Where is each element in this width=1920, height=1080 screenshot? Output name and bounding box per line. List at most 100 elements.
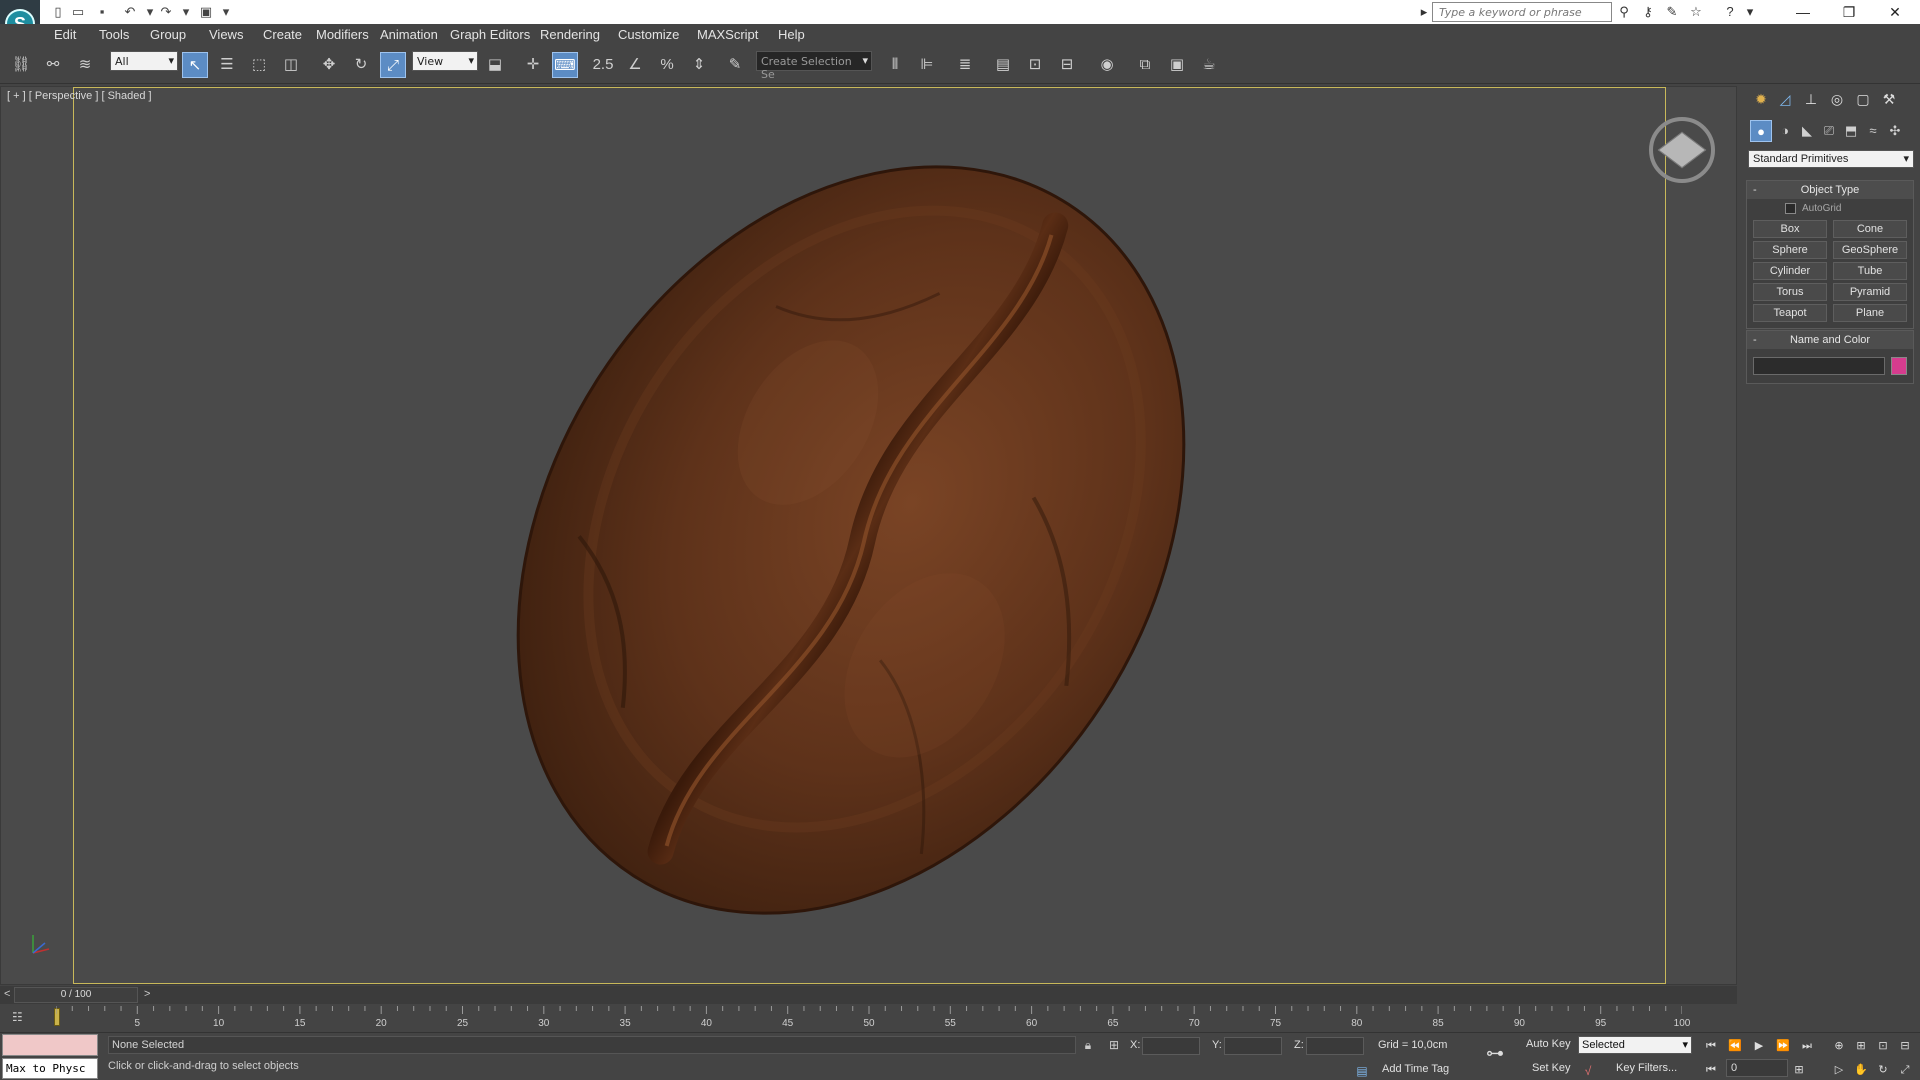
cone-button[interactable]: Cone	[1833, 220, 1907, 238]
select-by-name-icon[interactable]: ☰	[214, 52, 240, 78]
go-to-start-icon[interactable]: ⏮	[1702, 1037, 1720, 1055]
orbit-icon[interactable]: ↻	[1874, 1061, 1892, 1079]
schematic-view-icon[interactable]: ⊟	[1054, 52, 1080, 78]
favorites-star-icon[interactable]: ☆	[1686, 3, 1706, 21]
primitive-category-select[interactable]: Standard Primitives	[1748, 150, 1914, 168]
menu-rendering[interactable]: Rendering	[540, 27, 600, 42]
time-slider[interactable]: < 0 / 100 >	[0, 986, 1737, 1004]
new-file-icon[interactable]: ▯	[48, 3, 68, 21]
helpers-icon[interactable]: ⬒	[1840, 120, 1862, 142]
tube-button[interactable]: Tube	[1833, 262, 1907, 280]
viewcube-navigator[interactable]	[1649, 117, 1715, 183]
menu-graph-editors[interactable]: Graph Editors	[450, 27, 530, 42]
percent-snap-icon[interactable]: %	[654, 52, 680, 78]
edit-named-selection-icon[interactable]: ✎	[722, 52, 748, 78]
toggle-ribbon-icon[interactable]: ▤	[990, 52, 1016, 78]
geosphere-button[interactable]: GeoSphere	[1833, 241, 1907, 259]
time-configuration-icon[interactable]: ⊞	[1790, 1061, 1808, 1079]
time-tag-icon[interactable]: ▤	[1354, 1063, 1370, 1079]
render-setup-icon[interactable]: ⧉	[1132, 52, 1158, 78]
menu-maxscript[interactable]: MAXScript	[697, 27, 758, 42]
object-type-header[interactable]: - Object Type	[1747, 181, 1913, 199]
layer-explorer-icon[interactable]: ≣	[952, 52, 978, 78]
key-tool-icon[interactable]: ⚷	[1638, 3, 1658, 21]
save-icon[interactable]: ▪	[92, 3, 112, 21]
name-and-color-header[interactable]: - Name and Color	[1747, 331, 1913, 349]
x-coord-input[interactable]	[1142, 1037, 1200, 1055]
maxscript-listener-pane[interactable]	[2, 1034, 98, 1056]
create-tab-icon[interactable]: ✹	[1750, 88, 1772, 110]
reference-coordinate-select[interactable]: View	[412, 51, 478, 71]
zoom-icon[interactable]: ⊕	[1830, 1037, 1848, 1055]
window-crossing-icon[interactable]: ◫	[278, 52, 304, 78]
named-selection-set-select[interactable]: Create Selection Se	[756, 51, 872, 81]
select-and-move-icon[interactable]: ✥	[316, 52, 342, 78]
cameras-icon[interactable]: ⎚	[1818, 120, 1840, 142]
key-filters-button[interactable]: Key Filters...	[1616, 1062, 1677, 1074]
utilities-tab-icon[interactable]: ⚒	[1878, 88, 1900, 110]
key-mode-toggle-icon[interactable]: ⏮	[1702, 1061, 1720, 1079]
current-frame-input[interactable]: 0	[1726, 1059, 1788, 1077]
menu-views[interactable]: Views	[209, 27, 243, 42]
rectangular-selection-icon[interactable]: ⬚	[246, 52, 272, 78]
default-tangent-icon[interactable]: √	[1580, 1063, 1596, 1079]
quick-access-dropdown-icon[interactable]: ▾	[216, 3, 236, 21]
material-editor-icon[interactable]: ◉	[1094, 52, 1120, 78]
rendered-frame-window-icon[interactable]: ▣	[1164, 52, 1190, 78]
previous-key-icon[interactable]: ⏪	[1726, 1037, 1744, 1055]
pivot-point-center-icon[interactable]: ⬓	[482, 52, 508, 78]
track-bar-filter-icon[interactable]: ☷	[12, 1010, 32, 1026]
menu-customize[interactable]: Customize	[618, 27, 679, 42]
menu-modifiers[interactable]: Modifiers	[316, 27, 369, 42]
minimize-button[interactable]: —	[1780, 0, 1826, 24]
lights-icon[interactable]: ◣	[1796, 120, 1818, 142]
set-key-icon[interactable]: ⊶	[1486, 1043, 1504, 1064]
mirror-icon[interactable]: ⫴	[882, 52, 908, 78]
bind-to-space-warp-icon[interactable]: ≋	[72, 52, 98, 78]
viewport-label[interactable]: [ + ] [ Perspective ] [ Shaded ]	[7, 90, 152, 102]
menu-group[interactable]: Group	[150, 27, 186, 42]
help-dropdown-icon[interactable]: ▾	[1740, 3, 1760, 21]
perspective-viewport[interactable]: [ + ] [ Perspective ] [ Shaded ]	[0, 86, 1737, 985]
binoculars-icon[interactable]: ⚲	[1614, 3, 1634, 21]
project-icon[interactable]: ▣	[196, 3, 216, 21]
object-name-input[interactable]	[1753, 357, 1885, 375]
autogrid-checkbox[interactable]	[1785, 203, 1796, 214]
plane-button[interactable]: Plane	[1833, 304, 1907, 322]
menu-tools[interactable]: Tools	[99, 27, 129, 42]
menu-edit[interactable]: Edit	[54, 27, 76, 42]
space-warps-icon[interactable]: ≈	[1862, 120, 1884, 142]
next-frame-button[interactable]: >	[144, 988, 150, 1000]
curve-editor-icon[interactable]: ⊡	[1022, 52, 1048, 78]
maximize-button[interactable]: ❐	[1826, 0, 1872, 24]
menu-help[interactable]: Help	[778, 27, 805, 42]
unlink-selection-icon[interactable]: ⚯	[40, 52, 66, 78]
y-coord-input[interactable]	[1224, 1037, 1282, 1055]
absolute-mode-icon[interactable]: ⊞	[1106, 1037, 1122, 1053]
motion-tab-icon[interactable]: ◎	[1826, 88, 1848, 110]
display-tab-icon[interactable]: ▢	[1852, 88, 1874, 110]
selection-filter-select[interactable]: All	[110, 51, 178, 71]
object-color-swatch[interactable]	[1891, 357, 1907, 375]
zoom-all-icon[interactable]: ⊞	[1852, 1037, 1870, 1055]
torus-button[interactable]: Torus	[1753, 283, 1827, 301]
zoom-extents-icon[interactable]: ⊡	[1874, 1037, 1892, 1055]
undo-icon[interactable]: ↶	[120, 3, 140, 21]
hierarchy-tab-icon[interactable]: ⊥	[1800, 88, 1822, 110]
search-expand-icon[interactable]: ▸	[1414, 3, 1434, 21]
redo-dropdown-icon[interactable]: ▾	[176, 3, 196, 21]
set-key-button[interactable]: Set Key	[1532, 1062, 1571, 1074]
render-production-icon[interactable]: ☕	[1196, 52, 1222, 78]
sphere-button[interactable]: Sphere	[1753, 241, 1827, 259]
close-button[interactable]: ✕	[1872, 0, 1918, 24]
menu-create[interactable]: Create	[263, 27, 302, 42]
add-time-tag-button[interactable]: Add Time Tag	[1382, 1063, 1449, 1075]
auto-key-button[interactable]: Auto Key	[1526, 1038, 1571, 1050]
spinner-snap-icon[interactable]: ⇕	[686, 52, 712, 78]
snaps-toggle-icon[interactable]: 2.5	[590, 52, 616, 78]
modify-tab-icon[interactable]: ◿	[1774, 88, 1796, 110]
align-icon[interactable]: ⊫	[914, 52, 940, 78]
go-to-end-icon[interactable]: ⏭	[1798, 1037, 1816, 1055]
systems-icon[interactable]: ✣	[1884, 120, 1906, 142]
select-and-rotate-icon[interactable]: ↻	[348, 52, 374, 78]
